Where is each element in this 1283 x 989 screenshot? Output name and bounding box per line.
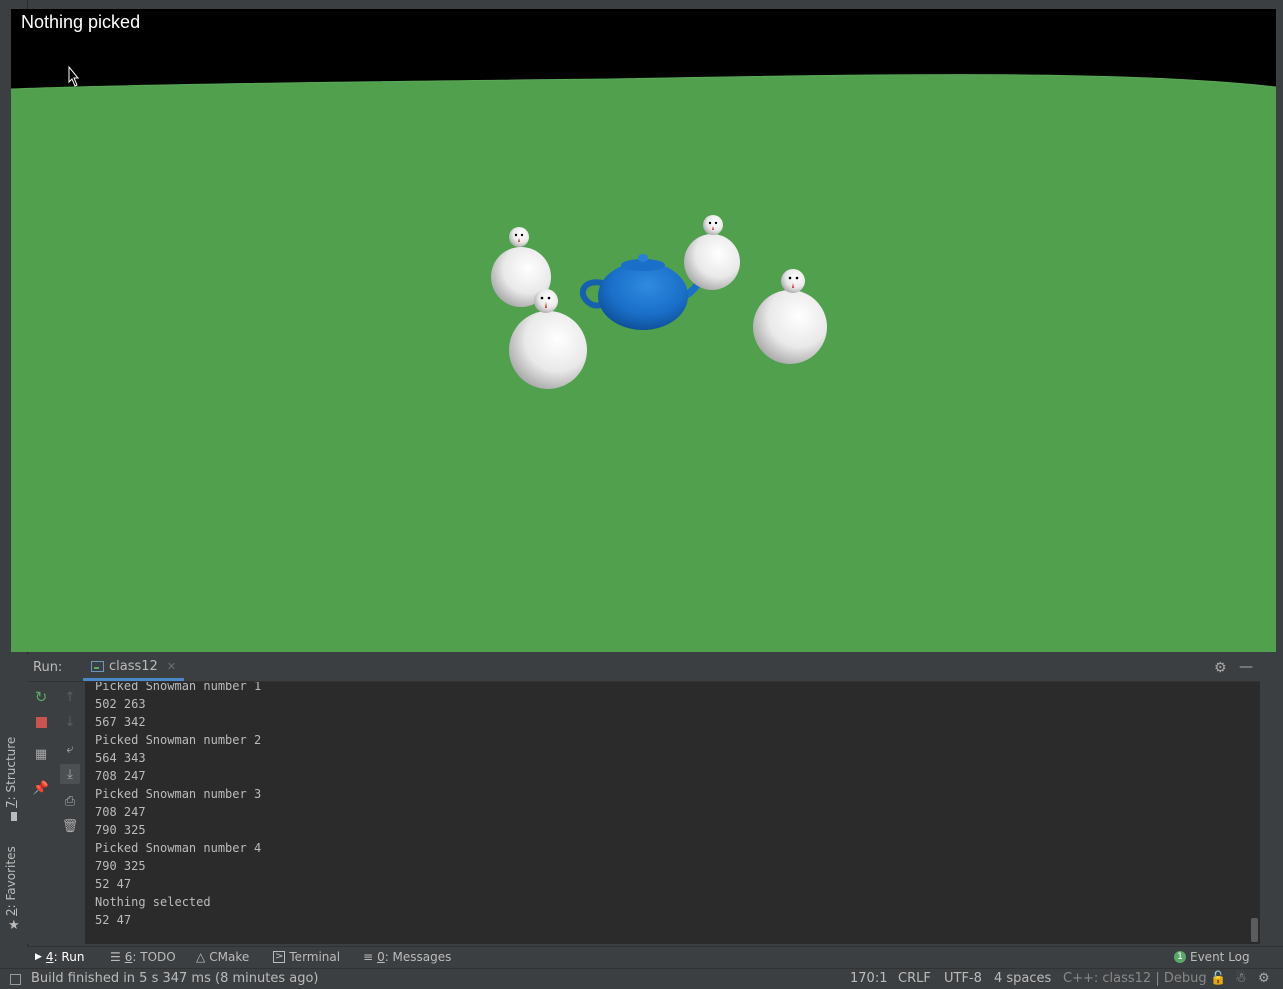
run-config-tab[interactable]: class12 ✕ xyxy=(83,655,185,681)
close-tab-icon[interactable]: ✕ xyxy=(167,660,176,673)
console-line: 708 247 xyxy=(95,769,146,783)
tool-window-bar: ▶ 4: Run ☰ 6: TODO △ CMake > Terminal ≡ 0: Me… xyxy=(27,946,1283,969)
minimize-icon[interactable]: — xyxy=(1239,659,1253,675)
scroll-to-end-icon[interactable]: ⤓ xyxy=(60,764,80,784)
console-line: Picked Snowman number 3 xyxy=(95,787,262,801)
tool-tab-cmake[interactable]: △ CMake xyxy=(196,950,249,964)
sky-region xyxy=(11,9,1276,89)
console-line: 52 47 xyxy=(95,913,132,927)
event-log-badge-icon: 1 xyxy=(1174,951,1186,963)
cmake-triangle-icon: △ xyxy=(196,950,206,964)
messages-tab-number: 0 xyxy=(377,950,385,964)
picking-status-text: Nothing picked xyxy=(21,12,141,32)
snowman-4[interactable] xyxy=(753,269,827,364)
layout-icon[interactable]: ▦ xyxy=(31,744,51,764)
opengl-render-window[interactable]: Nothing picked xyxy=(11,9,1276,652)
console-line: 564 343 xyxy=(95,751,146,765)
gear-icon[interactable]: ⚙ xyxy=(1214,660,1227,676)
console-line: 790 325 xyxy=(95,859,146,873)
terminal-tab-label: Terminal xyxy=(289,950,341,964)
structure-tab-label: : Structure xyxy=(4,736,18,801)
list-icon: ☰ xyxy=(110,950,121,964)
build-status-message[interactable]: Build finished in 5 s 347 ms (8 minutes … xyxy=(31,971,318,986)
console-line: 502 263 xyxy=(95,697,146,711)
console-output[interactable]: Picked Snowman number 1 502 263 567 342 … xyxy=(85,682,1260,944)
tool-tab-todo[interactable]: ☰ 6: TODO xyxy=(110,950,176,964)
tool-tab-terminal[interactable]: > Terminal xyxy=(273,950,340,964)
console-line: 567 342 xyxy=(95,715,146,729)
inspector-icon[interactable]: ☃ xyxy=(1235,971,1247,986)
indent-setting[interactable]: 4 spaces xyxy=(994,971,1051,986)
run-tab-label: : Run xyxy=(53,950,85,964)
lock-icon[interactable]: 🔓 xyxy=(1210,971,1226,986)
console-line: 52 47 xyxy=(95,877,132,891)
favorites-star-icon: ★ xyxy=(8,918,20,933)
console-line: Nothing selected xyxy=(95,895,211,909)
favorites-side-tab[interactable]: 2: Favorites xyxy=(4,846,18,916)
console-line: Picked Snowman number 2 xyxy=(95,733,262,747)
messages-tab-label: : Messages xyxy=(384,950,452,964)
structure-side-tab[interactable]: 7: Structure xyxy=(4,737,18,808)
favorites-tab-label: : Favorites xyxy=(4,846,18,909)
console-line: Picked Snowman number 1 xyxy=(95,682,262,693)
console-line: 708 247 xyxy=(95,805,146,819)
scene-canvas[interactable] xyxy=(11,9,1276,652)
tool-tab-event-log[interactable]: 1 Event Log xyxy=(1174,950,1250,964)
structure-icon xyxy=(11,812,17,821)
run-panel-header: Run: class12 ✕ ⚙ — xyxy=(27,655,1260,682)
trash-icon[interactable]: 🗑 xyxy=(60,816,80,836)
stop-icon[interactable] xyxy=(31,712,51,732)
up-arrow-icon[interactable]: ↑ xyxy=(60,687,80,707)
line-separator[interactable]: CRLF xyxy=(898,971,931,986)
soft-wrap-icon[interactable]: ⤶ xyxy=(60,739,80,759)
console-scrollbar[interactable] xyxy=(1251,918,1258,942)
run-play-icon: ▶ xyxy=(35,952,42,962)
console-icon xyxy=(91,661,104,672)
favorites-tab-number: 2 xyxy=(4,908,18,916)
cmake-tab-label: CMake xyxy=(209,950,250,964)
messages-icon: ≡ xyxy=(363,950,374,964)
caret-position[interactable]: 170:1 xyxy=(850,971,887,986)
run-panel-label: Run: xyxy=(33,660,63,675)
tool-tab-messages[interactable]: ≡ 0: Messages xyxy=(363,950,451,964)
print-icon[interactable]: ⎙ xyxy=(60,791,80,811)
todo-tab-label: : TODO xyxy=(132,950,176,964)
down-arrow-icon[interactable]: ↓ xyxy=(60,712,80,732)
run-config-tab-label: class12 xyxy=(109,659,158,674)
console-line: 790 325 xyxy=(95,823,146,837)
run-tab-number: 4 xyxy=(45,950,54,964)
console-line: Picked Snowman number 4 xyxy=(95,841,262,855)
structure-tab-number: 7 xyxy=(4,800,18,808)
run-toolbar-secondary: ↑ ↓ ⤶ ⤓ ⎙ 🗑 xyxy=(56,682,86,944)
event-log-tab-label: Event Log xyxy=(1190,950,1250,964)
run-toolbar-primary: ↻ ▦ 📌 xyxy=(27,682,55,944)
snowman-3[interactable] xyxy=(684,215,740,290)
pin-icon[interactable]: 📌 xyxy=(31,778,51,798)
terminal-icon: > xyxy=(273,951,286,963)
run-context[interactable]: C++: class12 | Debug xyxy=(1063,971,1207,986)
status-panel-icon[interactable] xyxy=(10,974,21,985)
memory-indicator-icon[interactable]: ⚙ xyxy=(1258,971,1270,986)
rerun-icon[interactable]: ↻ xyxy=(31,687,51,707)
status-bar: Build finished in 5 s 347 ms (8 minutes … xyxy=(0,968,1283,989)
tool-tab-run[interactable]: ▶ 4: Run xyxy=(35,950,84,964)
file-encoding[interactable]: UTF-8 xyxy=(944,971,982,986)
